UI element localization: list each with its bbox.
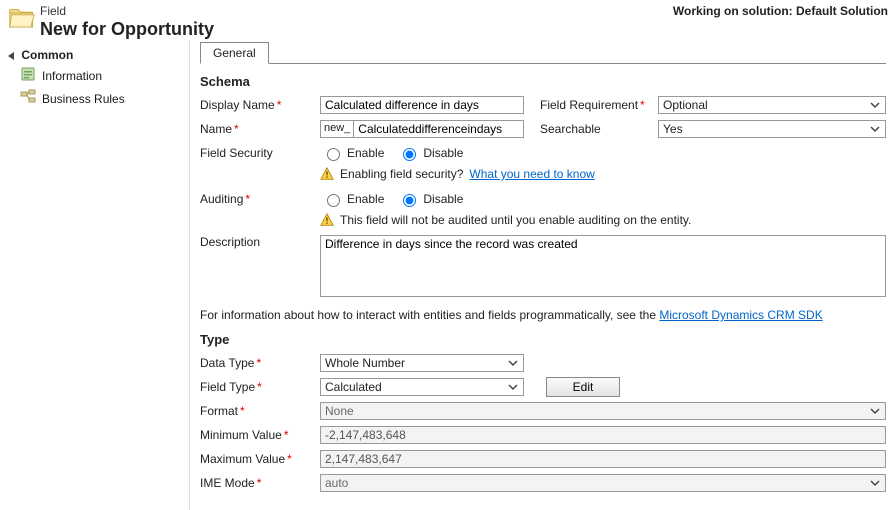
sdk-info: For information about how to interact wi… — [200, 308, 886, 322]
format-label: Format* — [200, 404, 320, 418]
page-header: Field New for Opportunity Working on sol… — [0, 0, 894, 40]
warning-icon — [320, 167, 334, 181]
field-type-select[interactable]: Calculated — [320, 378, 524, 396]
folder-icon — [8, 6, 36, 32]
page-title: New for Opportunity — [40, 18, 673, 40]
sdk-info-text: For information about how to interact wi… — [200, 308, 659, 322]
information-icon — [20, 66, 36, 85]
display-name-label: Display Name* — [200, 98, 320, 112]
data-type-select[interactable]: Whole Number — [320, 354, 524, 372]
ime-mode-value: auto — [325, 476, 348, 490]
ime-mode-label: IME Mode* — [200, 476, 320, 490]
max-value-input — [320, 450, 886, 468]
searchable-value: Yes — [663, 122, 683, 136]
chevron-down-icon — [507, 381, 521, 393]
format-value: None — [325, 404, 354, 418]
chevron-down-icon — [869, 405, 883, 417]
field-requirement-value: Optional — [663, 98, 708, 112]
edit-button[interactable]: Edit — [546, 377, 620, 397]
min-value-label: Minimum Value* — [200, 428, 320, 442]
collapse-arrow-icon — [8, 52, 14, 60]
warning-text: Enabling field security? — [340, 167, 463, 181]
field-security-label: Field Security — [200, 146, 320, 160]
format-select[interactable]: None — [320, 402, 886, 420]
tab-general[interactable]: General — [200, 42, 269, 64]
field-security-warning: Enabling field security? What you need t… — [320, 167, 886, 181]
chevron-down-icon — [507, 357, 521, 369]
name-input[interactable] — [353, 120, 524, 138]
content-area: General Schema Display Name* Field Requi… — [190, 40, 894, 510]
sdk-link[interactable]: Microsoft Dynamics CRM SDK — [659, 308, 822, 322]
description-textarea[interactable] — [320, 235, 886, 297]
solution-label: Working on solution: Default Solution — [673, 4, 894, 18]
searchable-select[interactable]: Yes — [658, 120, 886, 138]
description-label: Description — [200, 235, 320, 249]
security-info-link[interactable]: What you need to know — [469, 167, 594, 181]
header-entity-label: Field — [40, 4, 673, 18]
auditing-warning: This field will not be audited until you… — [320, 213, 886, 227]
field-type-label: Field Type* — [200, 380, 320, 394]
sidebar-heading-label: Common — [21, 48, 73, 62]
sidebar-heading[interactable]: Common — [4, 46, 189, 64]
chevron-down-icon — [869, 99, 883, 111]
schema-heading: Schema — [200, 74, 886, 89]
sidebar-item-information[interactable]: Information — [4, 64, 189, 87]
business-rules-icon — [20, 89, 36, 108]
max-value-label: Maximum Value* — [200, 452, 320, 466]
type-heading: Type — [200, 332, 886, 347]
chevron-down-icon — [869, 123, 883, 135]
field-security-enable-radio[interactable]: Enable — [322, 145, 384, 161]
data-type-value: Whole Number — [325, 356, 405, 370]
auditing-label: Auditing* — [200, 192, 320, 206]
field-requirement-select[interactable]: Optional — [658, 96, 886, 114]
auditing-disable-radio[interactable]: Disable — [398, 191, 463, 207]
sidebar: Common Information Business Rules — [0, 40, 190, 510]
name-label: Name* — [200, 122, 320, 136]
ime-mode-select[interactable]: auto — [320, 474, 886, 492]
warning-icon — [320, 213, 334, 227]
field-type-value: Calculated — [325, 380, 382, 394]
data-type-label: Data Type* — [200, 356, 320, 370]
field-security-disable-radio[interactable]: Disable — [398, 145, 463, 161]
min-value-input — [320, 426, 886, 444]
searchable-label: Searchable — [540, 122, 658, 136]
chevron-down-icon — [869, 477, 883, 489]
auditing-enable-radio[interactable]: Enable — [322, 191, 384, 207]
warning-text: This field will not be audited until you… — [340, 213, 691, 227]
field-requirement-label: Field Requirement* — [540, 98, 658, 112]
tab-bar: General — [200, 42, 886, 64]
sidebar-item-business-rules[interactable]: Business Rules — [4, 87, 189, 110]
sidebar-item-label: Business Rules — [42, 92, 125, 106]
name-prefix: new_ — [320, 120, 353, 138]
display-name-input[interactable] — [320, 96, 524, 114]
sidebar-item-label: Information — [42, 69, 102, 83]
